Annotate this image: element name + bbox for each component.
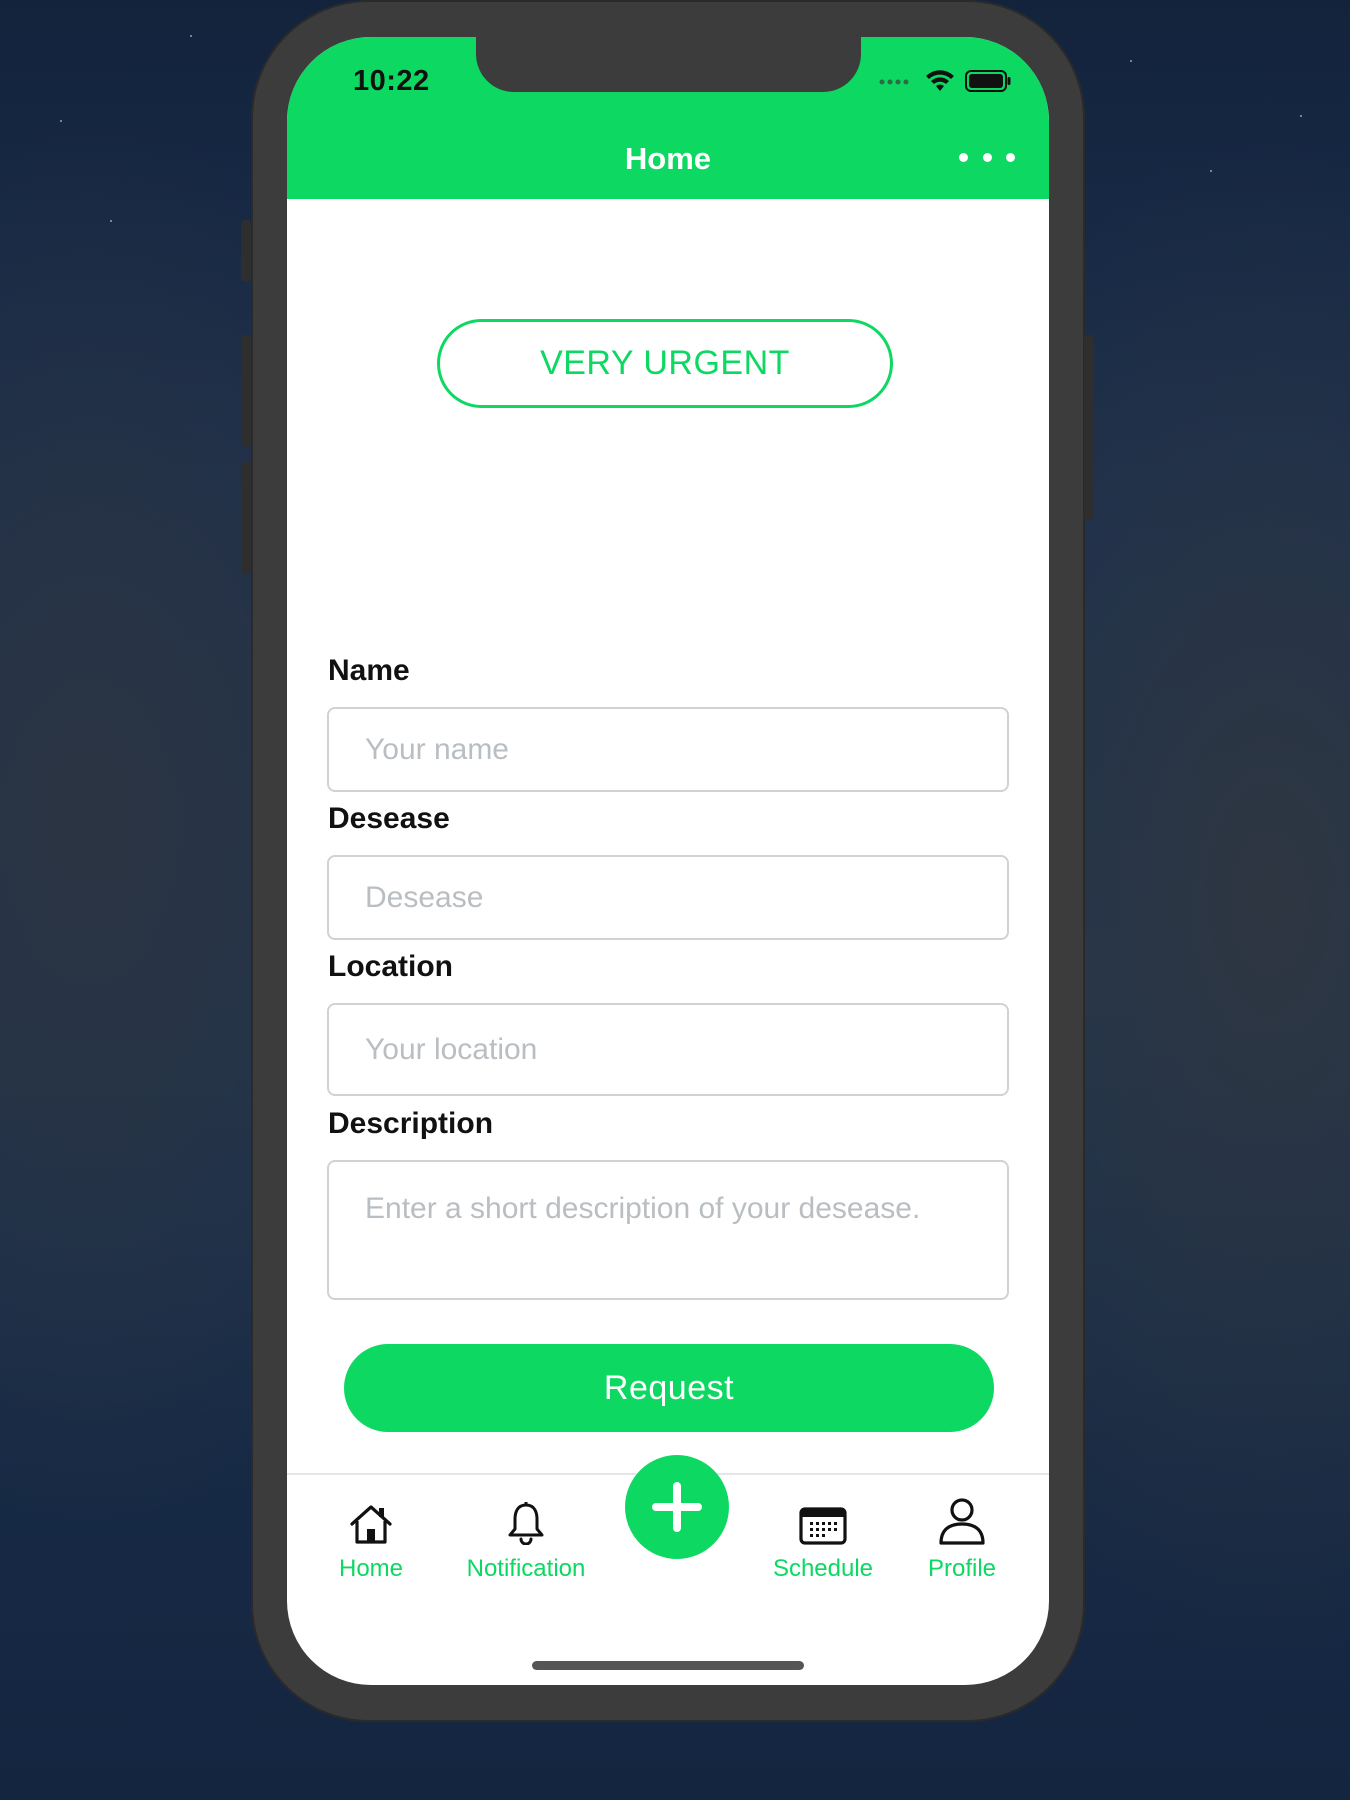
power-button — [1084, 335, 1094, 520]
location-label: Location — [328, 950, 453, 983]
request-button[interactable]: Request — [344, 1344, 994, 1432]
home-icon — [348, 1495, 394, 1545]
name-input[interactable] — [327, 707, 1009, 792]
calendar-icon — [799, 1495, 847, 1545]
tab-profile[interactable]: Profile — [924, 1495, 1000, 1583]
plus-icon — [652, 1482, 702, 1532]
battery-icon — [965, 70, 1011, 92]
page-title: Home — [624, 141, 712, 176]
status-icons — [879, 66, 1011, 96]
mute-switch — [241, 220, 251, 282]
wallpaper-star — [110, 220, 112, 222]
wallpaper-star — [1300, 115, 1302, 117]
bell-icon — [506, 1495, 546, 1545]
urgency-button[interactable]: VERY URGENT — [437, 319, 893, 408]
tab-home-label: Home — [338, 1555, 404, 1582]
ellipsis-icon — [982, 152, 992, 162]
tab-notification[interactable]: Notification — [459, 1495, 593, 1583]
tab-profile-label: Profile — [927, 1555, 997, 1582]
tab-schedule[interactable]: Schedule — [772, 1495, 874, 1583]
user-icon — [938, 1495, 986, 1545]
add-request-button[interactable] — [625, 1455, 729, 1559]
wallpaper-star — [1210, 170, 1212, 172]
name-label: Name — [328, 654, 410, 687]
status-time: 10:22 — [353, 65, 430, 97]
location-input[interactable] — [327, 1003, 1009, 1096]
ellipsis-icon — [959, 152, 968, 162]
disease-input[interactable] — [327, 855, 1009, 940]
wallpaper-star — [60, 120, 62, 122]
ellipsis-icon — [1006, 152, 1015, 162]
cellular-signal-icon — [879, 79, 909, 85]
description-label: Description — [328, 1107, 494, 1140]
home-indicator — [532, 1661, 804, 1670]
volume-up-button — [241, 335, 251, 447]
device-notch — [476, 37, 861, 92]
app-screen: 10:22 Home VERY URGENT Name Desease — [287, 37, 1049, 1685]
tab-schedule-label: Schedule — [772, 1555, 874, 1582]
wifi-icon — [926, 70, 954, 91]
description-textarea[interactable] — [327, 1160, 1009, 1300]
wallpaper-star — [1130, 60, 1132, 62]
disease-label: Desease — [328, 802, 450, 835]
wallpaper-star — [190, 35, 192, 37]
volume-down-button — [241, 462, 251, 574]
tab-home[interactable]: Home — [333, 1495, 409, 1583]
tab-notification-label: Notification — [466, 1555, 586, 1582]
more-options-button[interactable] — [959, 145, 1015, 169]
